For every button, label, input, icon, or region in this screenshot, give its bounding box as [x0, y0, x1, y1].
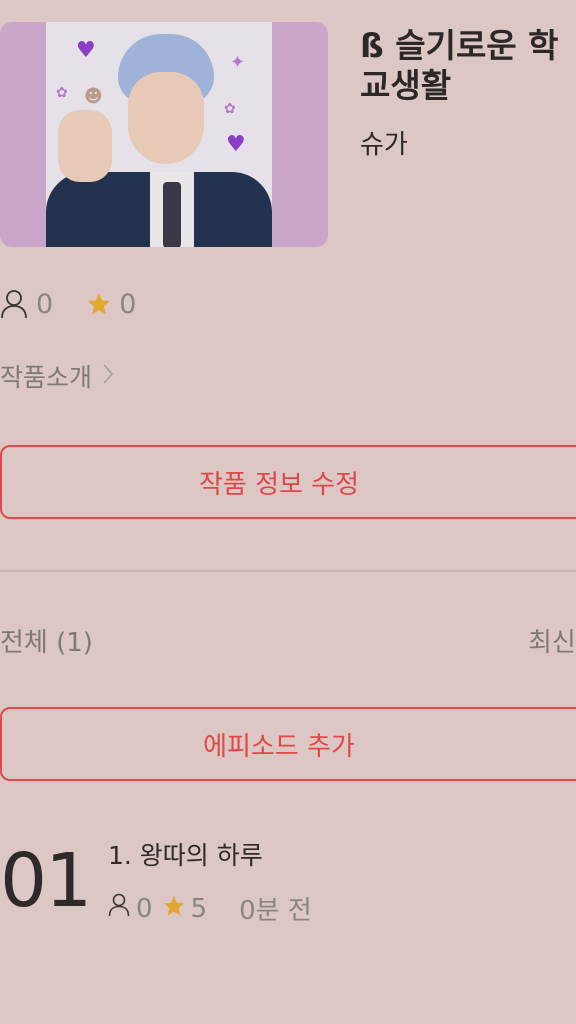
edit-novel-info-button[interactable]: 작품 정보 수정	[0, 445, 576, 519]
novel-author: 슈가	[360, 130, 408, 160]
view-count: 0	[36, 288, 54, 320]
ghost-sticker-icon: ☻	[84, 86, 103, 107]
intro-link[interactable]: 작품소개	[0, 358, 114, 394]
episode-list-item[interactable]: 01 1. 왕따의 하루 0 5 0분 전	[0, 830, 576, 940]
divider	[0, 570, 576, 572]
episode-title: 1. 왕따의 하루	[108, 841, 263, 870]
like-count: 0	[119, 288, 137, 320]
heart-sticker-icon: ♥	[76, 38, 96, 63]
sort-toggle[interactable]: 최신	[528, 622, 576, 659]
cover-person-hand	[58, 110, 112, 182]
cover-background-left	[0, 22, 46, 247]
episode-number: 01	[0, 838, 92, 924]
cover-background-right	[272, 22, 328, 247]
flower-sticker-icon: ✿	[224, 101, 236, 117]
episode-list-header: 전체 (1) 최신	[0, 622, 576, 658]
chevron-right-icon	[102, 362, 114, 391]
novel-stats: 0 0	[0, 284, 136, 324]
person-icon	[0, 289, 28, 319]
cover-person-face	[128, 72, 204, 164]
heart-sticker-icon: ♥	[226, 132, 246, 157]
person-icon	[108, 893, 130, 924]
intro-label: 작품소개	[0, 363, 93, 392]
star-icon	[163, 894, 185, 924]
cover-image: ♥ ♥ ✦ ☻ ✿ ✿	[0, 22, 328, 247]
flower-sticker-icon: ✿	[56, 85, 68, 101]
unicorn-sticker-icon: ✦	[230, 52, 246, 73]
novel-title: ß 슬기로운 학교생활	[360, 26, 559, 105]
episode-meta: 0 5 0분 전	[108, 890, 312, 927]
episode-count: 전체 (1)	[0, 628, 93, 658]
cover-person-tie	[163, 182, 181, 247]
star-icon	[87, 292, 111, 316]
add-episode-button[interactable]: 에피소드 추가	[0, 707, 576, 781]
episode-time: 0분 전	[239, 896, 312, 926]
episode-rating: 5	[190, 893, 208, 924]
episode-view-count: 0	[136, 893, 153, 924]
